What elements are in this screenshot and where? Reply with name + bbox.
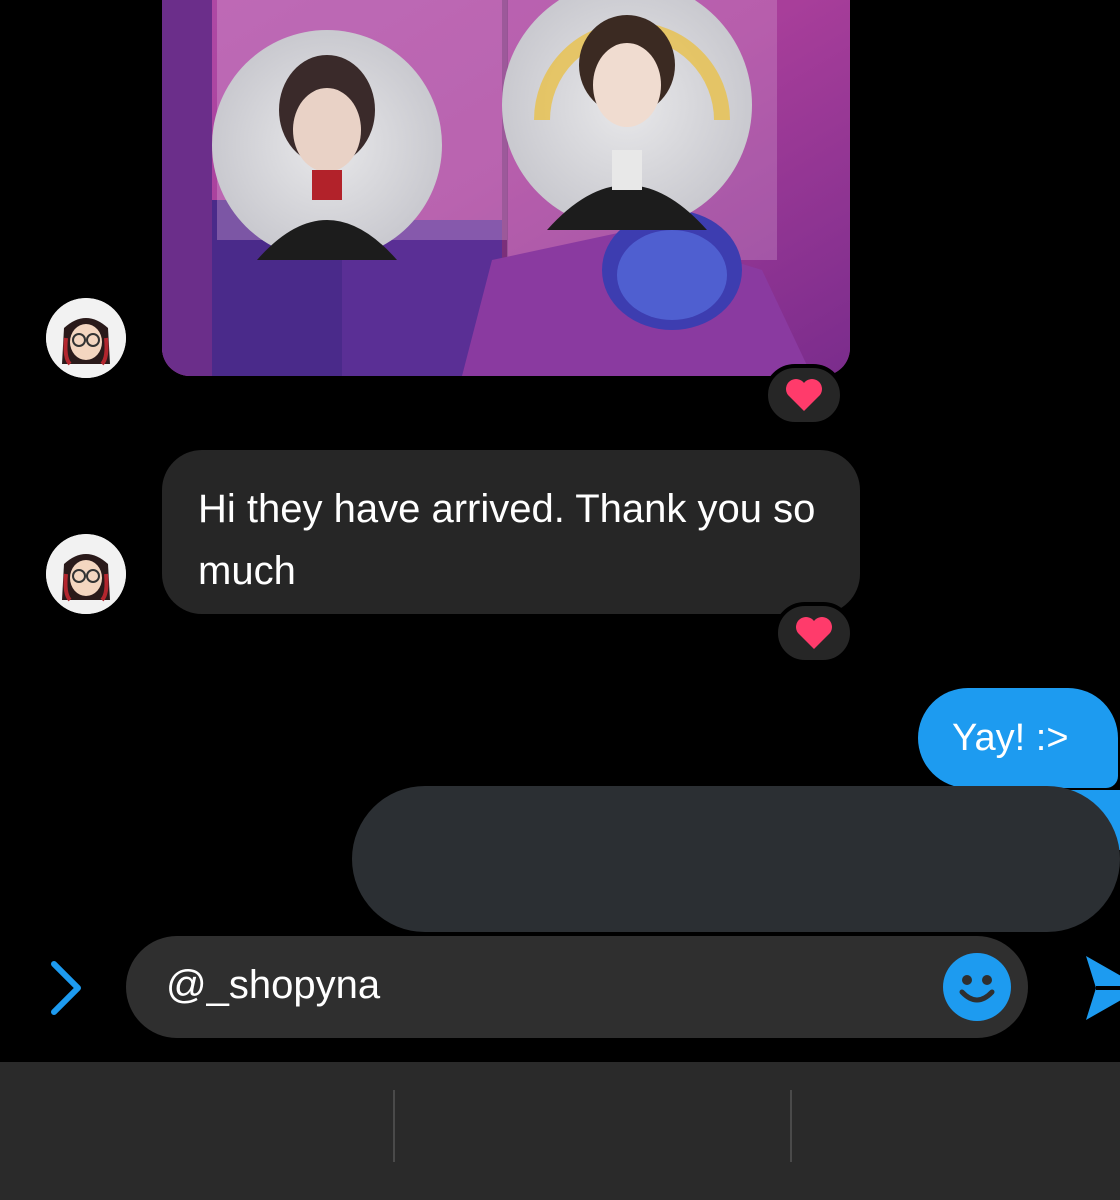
send-icon — [1086, 956, 1120, 1020]
heart-icon — [786, 379, 822, 411]
expand-button[interactable] — [44, 958, 88, 1018]
avatar-illustration — [46, 534, 126, 614]
chat-screen: Hi they have arrived. Thank you so much … — [0, 0, 1120, 1200]
contact-avatar[interactable] — [46, 298, 126, 378]
incoming-message[interactable]: Hi they have arrived. Thank you so much — [162, 450, 860, 614]
message-input-value: @_shopyna — [166, 963, 381, 1007]
reaction-heart[interactable] — [774, 602, 854, 664]
message-input[interactable]: @_shopyna — [126, 936, 1028, 1038]
smiley-icon — [943, 953, 1011, 1021]
heart-icon — [796, 617, 832, 649]
message-text: Yay! :> — [952, 717, 1069, 759]
image-message[interactable] — [162, 0, 850, 376]
emoji-button[interactable] — [942, 952, 1012, 1022]
photo-card-image — [162, 0, 850, 376]
message-text: Hi they have arrived. Thank you so much — [198, 487, 816, 593]
redacted-outgoing-message[interactable] — [352, 786, 1120, 932]
outgoing-message[interactable]: Yay! :> — [918, 688, 1118, 788]
suggestion-divider — [393, 1090, 395, 1162]
avatar-illustration — [46, 298, 126, 378]
send-button[interactable] — [1082, 950, 1120, 1026]
chevron-right-icon — [51, 961, 81, 1015]
keyboard-suggestion-bar — [0, 1062, 1120, 1200]
contact-avatar[interactable] — [46, 534, 126, 614]
suggestion-divider — [790, 1090, 792, 1162]
reaction-heart[interactable] — [764, 364, 844, 426]
